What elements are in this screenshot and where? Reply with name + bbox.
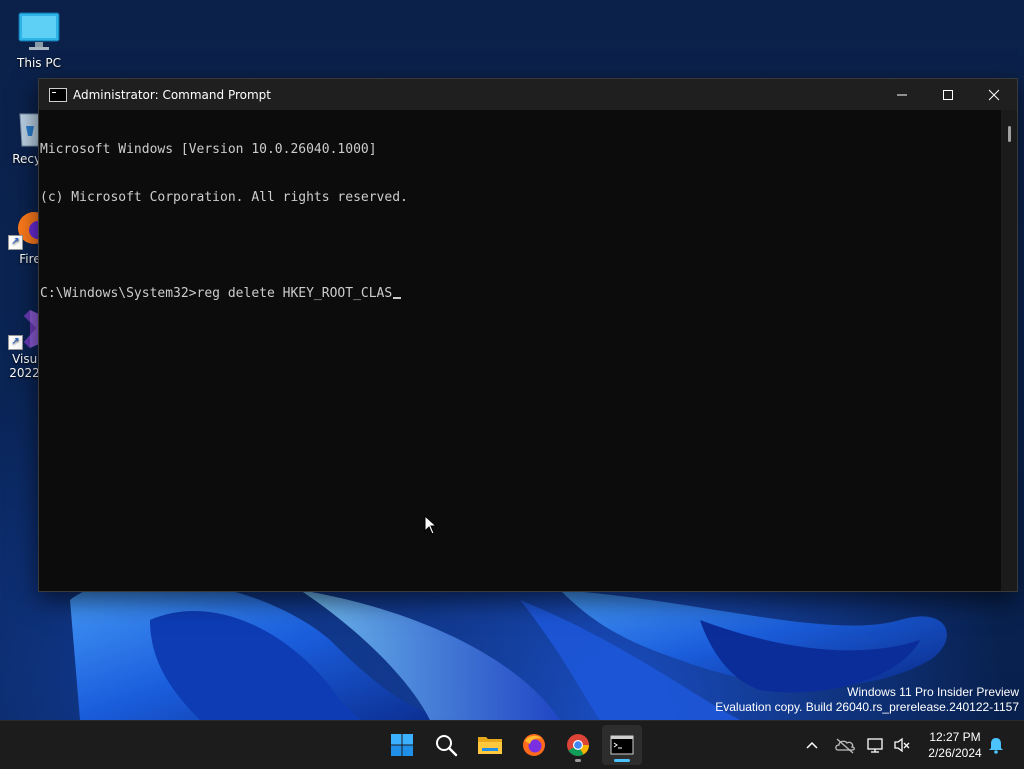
clock-time: 12:27 PM — [929, 730, 981, 744]
shortcut-arrow-icon: ↗ — [8, 335, 23, 350]
command-prompt-icon — [49, 87, 67, 102]
network-button[interactable] — [866, 721, 886, 769]
minimize-button[interactable] — [879, 79, 925, 110]
notifications-button[interactable] — [986, 721, 1006, 769]
window-title: Administrator: Command Prompt — [73, 87, 271, 102]
taskbar: 12:27 PM 2/26/2024 — [0, 720, 1024, 769]
scrollbar-thumb[interactable] — [1008, 126, 1011, 142]
close-button[interactable] — [971, 79, 1017, 110]
active-indicator — [614, 759, 630, 762]
vertical-scrollbar[interactable] — [1001, 110, 1017, 591]
watermark-line1: Windows 11 Pro Insider Preview — [847, 685, 1019, 699]
maximize-button[interactable] — [925, 79, 971, 110]
mouse-pointer-icon — [424, 514, 438, 539]
desktop-icon-this-pc[interactable]: This PC — [1, 10, 77, 70]
console-output[interactable]: Microsoft Windows [Version 10.0.26040.10… — [39, 110, 1001, 591]
shortcut-arrow-icon: ↗ — [8, 235, 23, 250]
terminal-icon — [610, 735, 634, 755]
text-cursor — [393, 297, 402, 299]
console-line: (c) Microsoft Corporation. All rights re… — [40, 190, 408, 205]
command-prompt-window[interactable]: Administrator: Command Prompt Microsoft … — [38, 78, 1018, 592]
evaluation-watermark: Windows 11 Pro Insider Preview Evaluatio… — [715, 685, 1019, 715]
start-button[interactable] — [382, 725, 422, 765]
file-explorer-icon — [478, 737, 502, 754]
taskbar-clock[interactable]: 12:27 PM 2/26/2024 — [920, 729, 990, 761]
onedrive-offline-icon — [835, 738, 855, 754]
minimize-icon — [897, 94, 907, 95]
firefox-button[interactable] — [514, 725, 554, 765]
console-command-line[interactable]: C:\Windows\System32>reg delete HKEY_ROOT… — [40, 286, 1001, 302]
chrome-button[interactable] — [558, 725, 598, 765]
desktop-icon-label: This PC — [17, 56, 61, 70]
chevron-up-icon — [806, 741, 818, 749]
start-icon — [391, 734, 413, 756]
onedrive-button[interactable] — [834, 721, 856, 769]
maximize-icon — [943, 89, 953, 100]
volume-button[interactable] — [892, 721, 912, 769]
window-titlebar[interactable]: Administrator: Command Prompt — [39, 79, 1017, 110]
console-line: Microsoft Windows [Version 10.0.26040.10… — [40, 142, 377, 157]
volume-muted-icon — [894, 737, 910, 753]
watermark-line2: Evaluation copy. Build 26040.rs_prerelea… — [715, 700, 1019, 714]
close-icon — [988, 89, 1000, 100]
search-icon — [436, 735, 458, 757]
network-icon — [867, 738, 883, 753]
chrome-icon — [567, 734, 589, 756]
clock-date: 2/26/2024 — [928, 746, 982, 760]
bell-icon — [989, 738, 1003, 754]
command-prompt-taskbar-button[interactable] — [602, 725, 642, 765]
file-explorer-button[interactable] — [470, 725, 510, 765]
running-indicator — [575, 759, 581, 762]
monitor-icon — [17, 10, 61, 54]
firefox-icon — [523, 734, 545, 756]
console-prompt-text: C:\Windows\System32>reg delete HKEY_ROOT… — [40, 286, 393, 301]
show-hidden-icons-button[interactable] — [802, 721, 822, 769]
search-button[interactable] — [426, 725, 466, 765]
